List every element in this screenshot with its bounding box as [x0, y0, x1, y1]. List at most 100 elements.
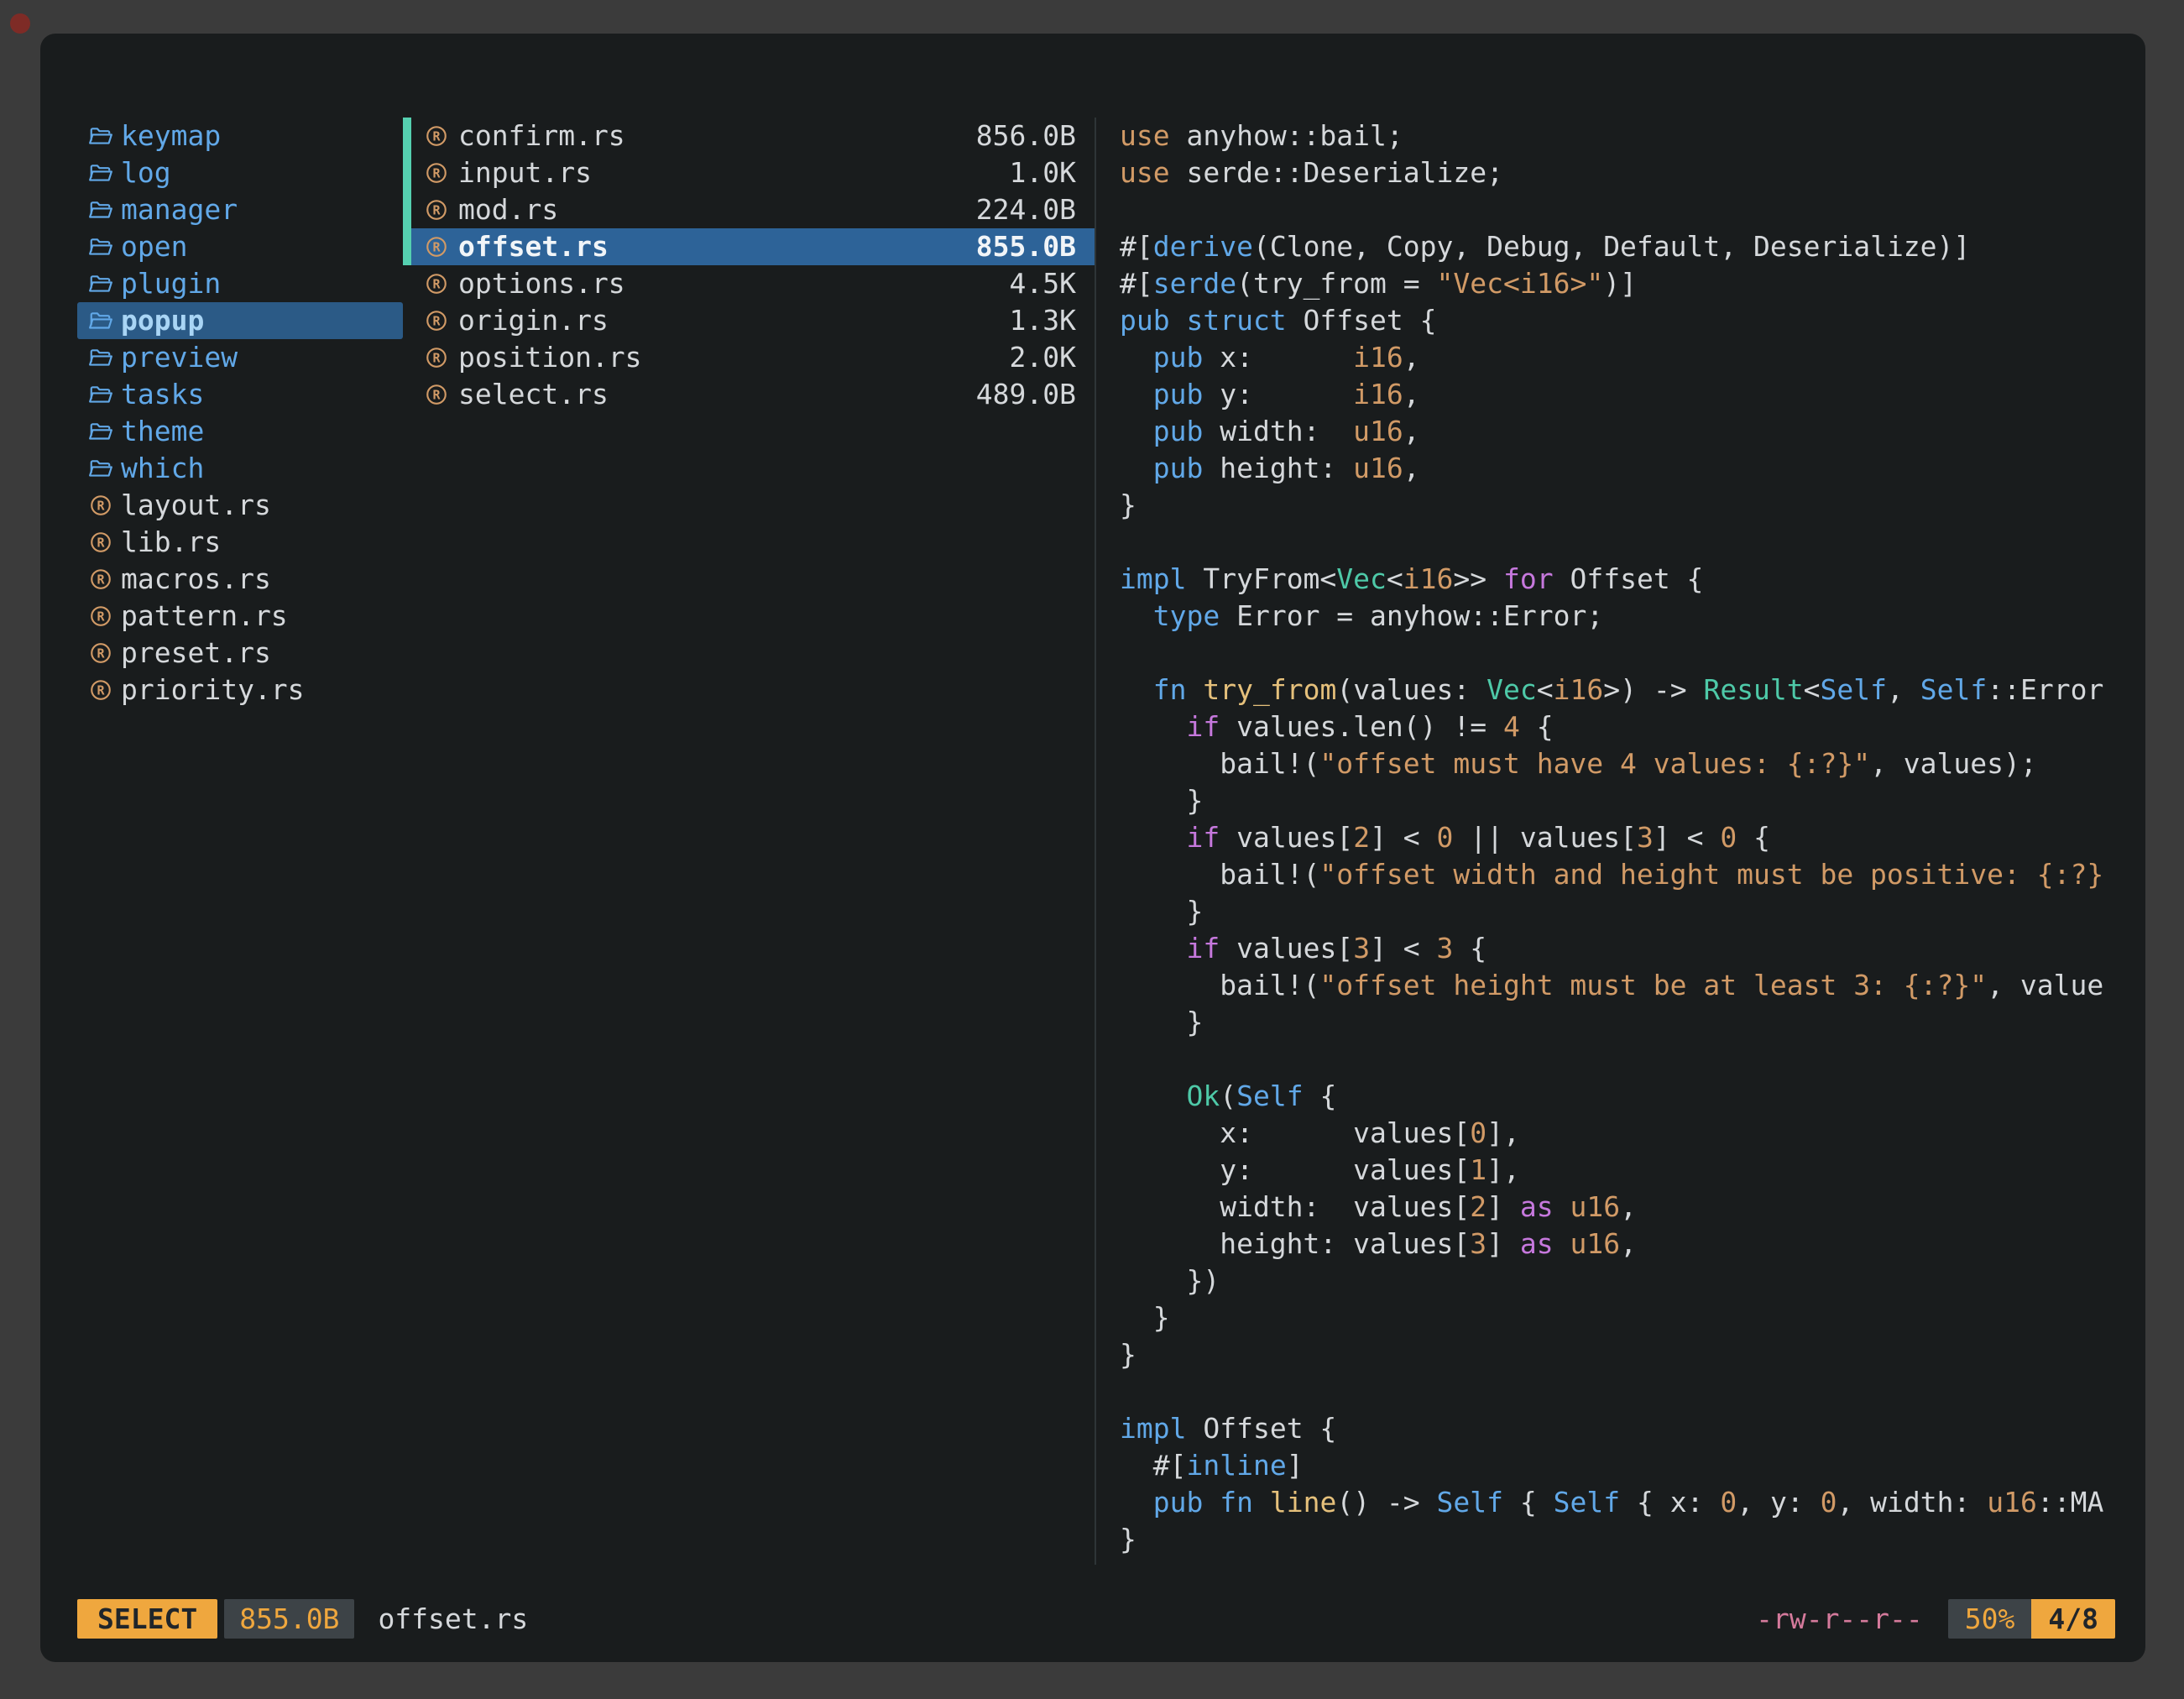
parent-directory-pane: keymaplogmanageropenpluginpopuppreviewta… [77, 118, 403, 1565]
sidebar-item-open[interactable]: open [77, 228, 403, 265]
sidebar-item-theme[interactable]: theme [77, 413, 403, 450]
svg-text:R: R [432, 276, 441, 291]
sidebar-item-tasks[interactable]: tasks [77, 376, 403, 413]
mode-badge: SELECT [77, 1599, 217, 1639]
file-row-origin-rs[interactable]: Rorigin.rs1.3K [403, 302, 1095, 339]
sidebar-item-label: plugin [121, 265, 221, 302]
svg-text:R: R [432, 202, 441, 217]
code-line: } [1120, 782, 2115, 819]
sidebar-item-layout-rs[interactable]: Rlayout.rs [77, 487, 403, 524]
code-line: width: values[2] as u16, [1120, 1189, 2115, 1226]
folder-icon [87, 270, 114, 297]
code-line: use serde::Deserialize; [1120, 154, 2115, 191]
sidebar-item-macros-rs[interactable]: Rmacros.rs [77, 561, 403, 598]
code-line: Ok(Self { [1120, 1078, 2115, 1115]
file-name: offset.rs [458, 228, 609, 265]
sidebar-item-keymap[interactable]: keymap [77, 118, 403, 154]
rust-file-icon: R [423, 123, 450, 149]
code-line [1120, 524, 2115, 561]
svg-text:R: R [432, 128, 441, 144]
file-name: confirm.rs [458, 118, 625, 154]
rust-file-icon: R [87, 529, 114, 556]
code-line: impl TryFrom<Vec<i16>> for Offset { [1120, 561, 2115, 598]
rust-file-icon: R [423, 381, 450, 408]
sidebar-item-which[interactable]: which [77, 450, 403, 487]
rust-file-icon: R [87, 566, 114, 593]
folder-icon [87, 123, 114, 149]
file-row-offset-rs[interactable]: Roffset.rs855.0B [403, 228, 1095, 265]
sidebar-item-label: which [121, 450, 204, 487]
rust-file-icon: R [423, 270, 450, 297]
code-line: pub height: u16, [1120, 450, 2115, 487]
sidebar-item-label: popup [121, 302, 204, 339]
svg-text:R: R [432, 165, 441, 180]
folder-icon [87, 196, 114, 223]
sidebar-item-label: lib.rs [121, 524, 221, 561]
sidebar-item-label: layout.rs [121, 487, 271, 524]
svg-text:R: R [97, 498, 105, 513]
selection-marker [403, 376, 411, 413]
file-row-options-rs[interactable]: Roptions.rs4.5K [403, 265, 1095, 302]
selection-marker [403, 339, 411, 376]
code-line: } [1120, 1336, 2115, 1373]
code-line: pub struct Offset { [1120, 302, 2115, 339]
sidebar-item-preset-rs[interactable]: Rpreset.rs [77, 635, 403, 672]
selection-marker [403, 118, 411, 154]
file-size: 4.5K [1010, 265, 1076, 302]
file-name: select.rs [458, 376, 609, 413]
terminal-file-manager-window: keymaplogmanageropenpluginpopuppreviewta… [40, 34, 2145, 1662]
folder-icon [87, 233, 114, 260]
sidebar-item-label: log [121, 154, 171, 191]
svg-text:R: R [97, 682, 105, 698]
svg-text:R: R [432, 387, 441, 402]
sidebar-item-preview[interactable]: preview [77, 339, 403, 376]
code-line: }) [1120, 1262, 2115, 1299]
rust-file-icon: R [87, 603, 114, 630]
sidebar-item-plugin[interactable]: plugin [77, 265, 403, 302]
file-row-confirm-rs[interactable]: Rconfirm.rs 856.0B [403, 118, 1095, 154]
file-size: 1.3K [1010, 302, 1076, 339]
rust-file-icon: R [423, 344, 450, 371]
file-row-input-rs[interactable]: Rinput.rs1.0K [403, 154, 1095, 191]
sidebar-item-label: open [121, 228, 187, 265]
rust-file-icon: R [423, 233, 450, 260]
code-line [1120, 1041, 2115, 1078]
sidebar-item-priority-rs[interactable]: Rpriority.rs [77, 672, 403, 708]
sidebar-item-lib-rs[interactable]: Rlib.rs [77, 524, 403, 561]
code-line: if values.len() != 4 { [1120, 708, 2115, 745]
sidebar-item-popup[interactable]: popup [77, 302, 403, 339]
rust-file-icon: R [423, 196, 450, 223]
svg-text:R: R [97, 535, 105, 550]
rust-file-icon: R [423, 307, 450, 334]
sidebar-item-label: pattern.rs [121, 598, 288, 635]
code-line [1120, 191, 2115, 228]
code-line: use anyhow::bail; [1120, 118, 2115, 154]
code-line: height: values[3] as u16, [1120, 1226, 2115, 1262]
file-row-position-rs[interactable]: Rposition.rs2.0K [403, 339, 1095, 376]
rust-file-icon: R [423, 159, 450, 186]
status-bar-left: SELECT 855.0B offset.rs [77, 1599, 528, 1639]
file-name: input.rs [458, 154, 592, 191]
sidebar-item-label: manager [121, 191, 238, 228]
code-line: impl Offset { [1120, 1410, 2115, 1447]
code-line: pub width: u16, [1120, 413, 2115, 450]
code-line: #[inline] [1120, 1447, 2115, 1484]
code-line: if values[2] < 0 || values[3] < 0 { [1120, 819, 2115, 856]
sidebar-item-log[interactable]: log [77, 154, 403, 191]
sidebar-item-label: keymap [121, 118, 221, 154]
scroll-percent-chip: 50% [1948, 1599, 2032, 1639]
folder-icon [87, 159, 114, 186]
code-line: fn try_from(values: Vec<i16>) -> Result<… [1120, 672, 2115, 708]
selection-marker [403, 302, 411, 339]
sidebar-item-pattern-rs[interactable]: Rpattern.rs [77, 598, 403, 635]
folder-icon [87, 307, 114, 334]
code-line: bail!("offset width and height must be p… [1120, 856, 2115, 893]
code-line: x: values[0], [1120, 1115, 2115, 1152]
file-size: 856.0B [976, 118, 1076, 154]
sidebar-item-manager[interactable]: manager [77, 191, 403, 228]
file-row-select-rs[interactable]: Rselect.rs489.0B [403, 376, 1095, 413]
code-line: } [1120, 1521, 2115, 1558]
folder-icon [87, 455, 114, 482]
svg-text:R: R [432, 313, 441, 328]
file-row-mod-rs[interactable]: Rmod.rs224.0B [403, 191, 1095, 228]
